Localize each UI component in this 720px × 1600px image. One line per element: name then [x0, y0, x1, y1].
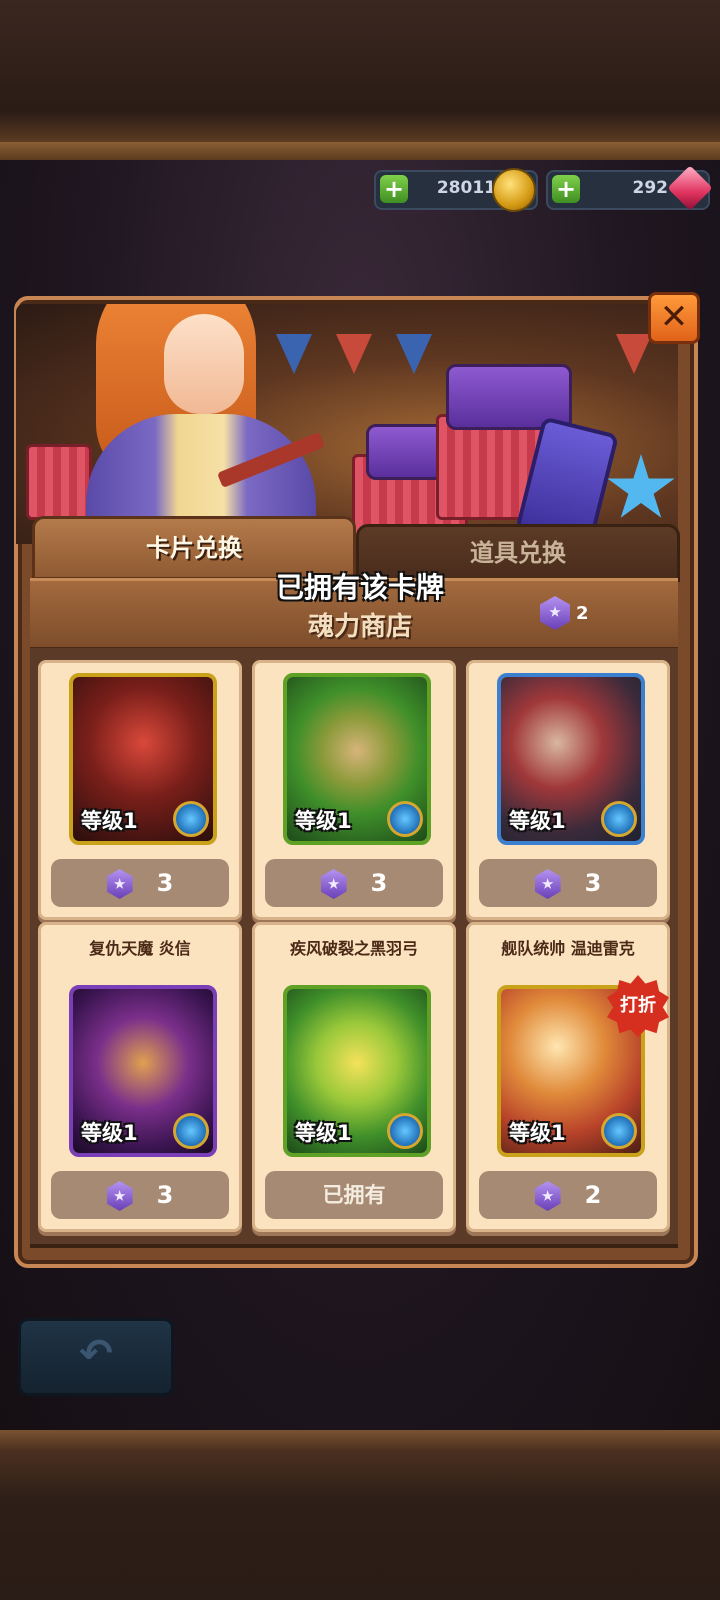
merchant-face [164, 314, 244, 414]
price-value: 3 [156, 1181, 174, 1209]
rank-star-icon [601, 1113, 637, 1149]
card-level: 等级1 [81, 1121, 138, 1145]
shop-card-item[interactable]: 复仇天魔 炎信 等级1 3 [38, 922, 242, 1232]
add-gold-button[interactable]: + [380, 175, 408, 203]
gem-amount: 292 [632, 178, 669, 198]
card-art[interactable]: 等级1 [497, 673, 645, 845]
shop-card-item[interactable]: 等级1 3 [38, 660, 242, 920]
soul-gem-icon [106, 1181, 133, 1211]
price-value: 3 [584, 869, 602, 897]
top-frame [0, 0, 720, 160]
card-level: 等级1 [81, 809, 138, 833]
shop-card-item[interactable]: 疾风破裂之黑羽弓 等级1 已拥有 [252, 922, 456, 1232]
gift-box-icon [26, 444, 92, 520]
shop-title: 魂力商店 [307, 612, 412, 642]
owned-label: 已拥有 [322, 1183, 386, 1207]
gold-counter: + 28011 [374, 168, 538, 212]
buy-button[interactable]: 3 [265, 859, 443, 907]
price-value: 2 [584, 1181, 602, 1209]
price-value: 3 [156, 869, 174, 897]
buy-button[interactable]: 3 [51, 1171, 229, 1219]
card-art[interactable]: 等级1 [283, 985, 431, 1157]
card-name: 舰队统帅 温迪雷克 [501, 939, 635, 958]
back-arrow-icon: ↶ [79, 1331, 113, 1377]
rank-star-icon [387, 1113, 423, 1149]
buy-button[interactable]: 3 [479, 859, 657, 907]
pennant-icon [396, 334, 432, 374]
soul-gem-icon [106, 869, 133, 899]
bottom-frame [0, 1430, 720, 1600]
buy-button[interactable]: 3 [51, 859, 229, 907]
toast-message: 已拥有该卡牌 [275, 571, 444, 604]
card-level: 等级1 [509, 809, 566, 833]
pennant-icon [616, 334, 652, 374]
card-art[interactable]: 等级1 [283, 673, 431, 845]
card-art[interactable]: 等级1 [69, 673, 217, 845]
shop-card-item[interactable]: 等级1 3 [466, 660, 670, 920]
card-level: 等级1 [509, 1121, 566, 1145]
price-value: 3 [370, 869, 388, 897]
shop-card-item[interactable]: 等级1 3 [252, 660, 456, 920]
back-button[interactable]: ↶ [18, 1318, 174, 1396]
star-icon [607, 454, 675, 518]
pennant-icon [336, 334, 372, 374]
gold-coin-icon [492, 168, 536, 212]
soul-gem-icon [534, 1181, 561, 1211]
card-name: 复仇天魔 炎信 [89, 939, 191, 958]
card-level: 等级1 [295, 809, 352, 833]
pennant-icon [276, 334, 312, 374]
merchant-banner [16, 304, 678, 544]
close-button[interactable]: ✕ [648, 292, 700, 344]
add-gems-button[interactable]: + [552, 175, 580, 203]
buy-button[interactable]: 2 [479, 1171, 657, 1219]
gem-counter: + 292 [546, 165, 713, 211]
soul-gem-icon [320, 869, 347, 899]
shop-card-item[interactable]: 舰队统帅 温迪雷克 等级1 2 打折 [466, 922, 670, 1232]
rank-star-icon [387, 801, 423, 837]
rank-star-icon [173, 801, 209, 837]
gold-amount: 28011 [436, 178, 496, 198]
owned-button[interactable]: 已拥有 [265, 1171, 443, 1219]
rank-star-icon [601, 801, 637, 837]
card-level: 等级1 [295, 1121, 352, 1145]
card-art[interactable]: 等级1 [69, 985, 217, 1157]
gem-icon [667, 165, 713, 211]
rank-star-icon [173, 1113, 209, 1149]
card-name: 疾风破裂之黑羽弓 [289, 939, 418, 958]
soul-gem-icon [534, 869, 561, 899]
